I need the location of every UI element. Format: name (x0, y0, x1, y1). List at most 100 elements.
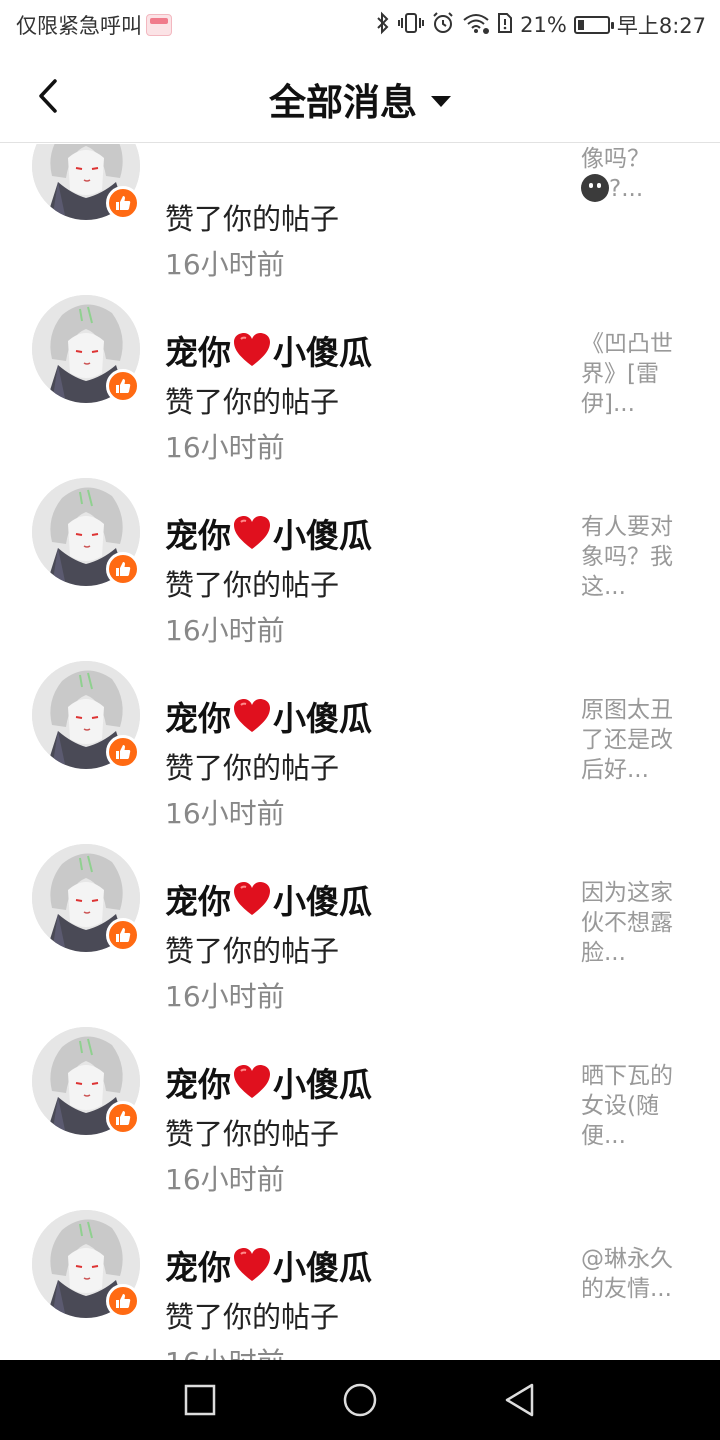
sim-alert-icon (497, 11, 513, 40)
heart-icon (234, 882, 270, 915)
status-bar: 仅限紧急呼叫 21% 早上8:27 (0, 0, 720, 50)
vibrate-icon (398, 11, 425, 40)
notification-row[interactable]: 宠你 小傻瓜 赞了你的帖子 16小时前 原图太丑了还是改后好... (0, 647, 720, 830)
sender-name-part-1: 宠你 (165, 516, 231, 555)
sender-name-part-2: 小傻瓜 (273, 333, 372, 372)
post-preview[interactable]: 晒下瓦的女设(随便... (581, 1061, 689, 1151)
post-preview[interactable]: @琳永久的友情... (581, 1244, 689, 1304)
thumbs-up-icon (116, 196, 131, 210)
home-circle-icon[interactable] (338, 1378, 382, 1422)
clock: 早上8:27 (616, 14, 706, 38)
heart-icon (234, 699, 270, 732)
notification-row[interactable]: 赞了你的帖子 16小时前 像吗？?... (0, 144, 720, 281)
like-badge (106, 1284, 140, 1318)
sender-name-part-2: 小傻瓜 (273, 516, 372, 555)
battery-icon (573, 16, 614, 34)
status-left: 仅限紧急呼叫 (16, 10, 172, 40)
timestamp: 16小时前 (165, 1163, 285, 1196)
timestamp: 16小时前 (165, 248, 285, 281)
action-text: 赞了你的帖子 (165, 202, 340, 236)
notification-row[interactable]: 宠你 小傻瓜 赞了你的帖子 16小时前 《凹凸世界》[雷伊]... (0, 281, 720, 464)
post-preview-text: 因为这家伙不想露脸... (581, 880, 673, 966)
notification-row[interactable]: 宠你 小傻瓜 赞了你的帖子 16小时前 因为这家伙不想露脸... (0, 830, 720, 1013)
post-preview-text: 像吗？ (581, 146, 650, 172)
post-preview-tail: ?... (609, 176, 644, 202)
notification-row[interactable]: 宠你 小傻瓜 赞了你的帖子 16小时前 @琳永久的友情... (0, 1196, 720, 1360)
avatar-container[interactable] (32, 144, 140, 220)
sender-name-part-2: 小傻瓜 (273, 882, 372, 921)
sender-name[interactable]: 宠你 小傻瓜 (165, 1058, 372, 1106)
post-preview[interactable]: 《凹凸世界》[雷伊]... (581, 329, 689, 419)
heart-icon (234, 516, 270, 549)
sender-name-part-2: 小傻瓜 (273, 699, 372, 738)
sender-name-part-2: 小傻瓜 (273, 1065, 372, 1104)
post-preview-text: 晒下瓦的女设(随便... (581, 1063, 673, 1149)
like-badge (106, 1101, 140, 1135)
caret-down-icon (431, 95, 451, 107)
notification-row[interactable]: 宠你 小傻瓜 赞了你的帖子 16小时前 晒下瓦的女设(随便... (0, 1013, 720, 1196)
alarm-icon (431, 11, 455, 40)
sender-name-part-1: 宠你 (165, 333, 231, 372)
back-triangle-icon[interactable] (498, 1378, 542, 1422)
status-right: 21% 早上8:27 (375, 10, 706, 40)
recents-square-icon[interactable] (178, 1378, 222, 1422)
post-preview[interactable]: 原图太丑了还是改后好... (581, 695, 689, 785)
like-badge (106, 735, 140, 769)
notification-list[interactable]: 赞了你的帖子 16小时前 像吗？?... 宠你 小傻瓜 赞了你的帖子 16小时前… (0, 144, 720, 1360)
timestamp: 16小时前 (165, 614, 285, 647)
timestamp: 16小时前 (165, 797, 285, 830)
wifi-icon (462, 11, 490, 40)
post-preview-text: 原图太丑了还是改后好... (581, 697, 673, 783)
post-preview[interactable]: 有人要对象吗？我这... (581, 512, 689, 602)
heart-icon (234, 1065, 270, 1098)
avatar-container[interactable] (32, 1210, 140, 1318)
sender-name-part-1: 宠你 (165, 882, 231, 921)
heart-icon (234, 333, 270, 366)
post-preview[interactable]: 像吗？?... (581, 144, 689, 204)
action-text: 赞了你的帖子 (165, 934, 340, 968)
thumbs-up-icon (116, 1294, 131, 1308)
timestamp: 16小时前 (165, 1341, 285, 1360)
sender-name-part-1: 宠你 (165, 1248, 231, 1287)
like-badge (106, 552, 140, 586)
notification-row[interactable]: 宠你 小傻瓜 赞了你的帖子 16小时前 有人要对象吗？我这... (0, 464, 720, 647)
page-title-dropdown[interactable]: 全部消息 (0, 72, 720, 126)
avatar-container[interactable] (32, 661, 140, 769)
thumbs-up-icon (116, 562, 131, 576)
sender-name-part-1: 宠你 (165, 1065, 231, 1104)
avatar-container[interactable] (32, 295, 140, 403)
avatar-container[interactable] (32, 478, 140, 586)
timestamp: 16小时前 (165, 980, 285, 1013)
post-preview-text: 有人要对象吗？我这... (581, 514, 673, 600)
post-preview[interactable]: 因为这家伙不想露脸... (581, 878, 689, 968)
like-badge (106, 186, 140, 220)
avatar-container[interactable] (32, 1027, 140, 1135)
carrier-text: 仅限紧急呼叫 (16, 14, 142, 38)
battery-percent: 21% (520, 13, 567, 37)
sender-name[interactable]: 宠你 小傻瓜 (165, 692, 372, 740)
sender-name[interactable]: 宠你 小傻瓜 (165, 1241, 372, 1289)
timestamp: 16小时前 (165, 431, 285, 464)
battery-fill (577, 20, 584, 30)
cake-emoji-icon (146, 14, 172, 36)
action-text: 赞了你的帖子 (165, 385, 340, 419)
avatar-container[interactable] (32, 844, 140, 952)
thumbs-up-icon (116, 1111, 131, 1125)
bluetooth-icon (375, 11, 391, 40)
thumbs-up-icon (116, 928, 131, 942)
thumbs-up-icon (116, 379, 131, 393)
action-text: 赞了你的帖子 (165, 1300, 340, 1334)
top-app-bar: 全部消息 (0, 50, 720, 143)
like-badge (106, 369, 140, 403)
sender-name[interactable]: 宠你 小傻瓜 (165, 875, 372, 923)
action-text: 赞了你的帖子 (165, 1117, 340, 1151)
sender-name[interactable]: 宠你 小傻瓜 (165, 326, 372, 374)
sender-name[interactable]: 宠你 小傻瓜 (165, 509, 372, 557)
heart-icon (234, 1248, 270, 1281)
action-text: 赞了你的帖子 (165, 568, 340, 602)
page-title: 全部消息 (269, 81, 417, 124)
sender-name-part-1: 宠你 (165, 699, 231, 738)
post-preview-text: @琳永久的友情... (581, 1246, 673, 1302)
system-navigation-bar (0, 1360, 720, 1440)
action-text: 赞了你的帖子 (165, 751, 340, 785)
